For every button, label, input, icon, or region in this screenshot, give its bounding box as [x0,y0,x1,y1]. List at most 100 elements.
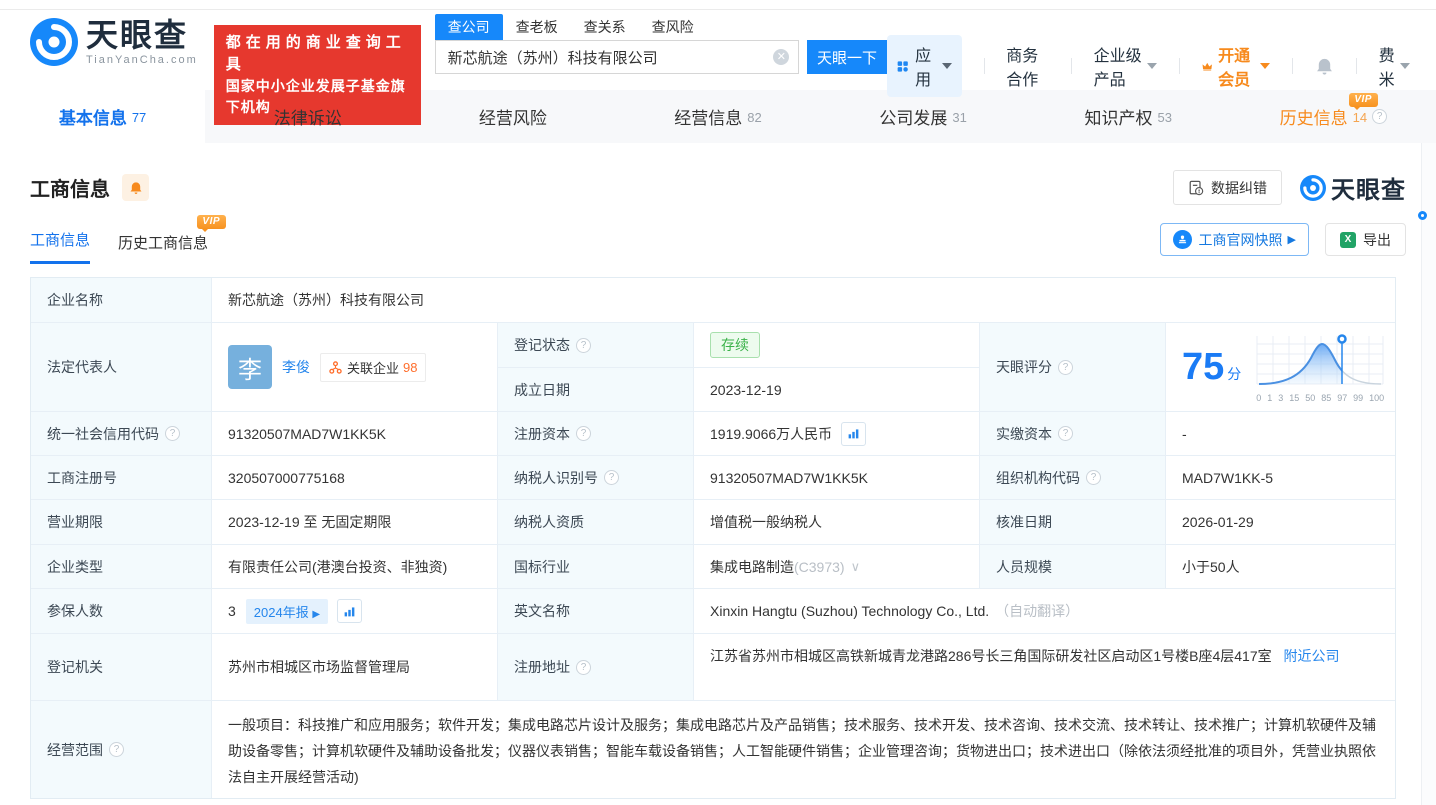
field-label-staff-size: 人员规模 [980,545,1165,588]
field-label-insured-count: 参保人数 [31,589,211,633]
field-value-paid-capital: - [1166,412,1396,455]
vip-badge: VIP [1349,93,1378,110]
logo-text: 天眼查 [86,17,189,53]
score-axis-ticks: 01 3 15 50 85 97 99 100 [1256,392,1385,403]
field-value-score: 75 分 0 1 3 15 50 85 97 99 100 [1166,323,1396,411]
bar-chart-icon [344,606,355,616]
field-label-english-name: 英文名称 [498,589,693,633]
field-label-company-type: 企业类型 [31,545,211,588]
bell-icon [130,181,141,194]
notification-bell-icon[interactable] [1315,57,1334,76]
top-nav: 应用 商务合作 企业级产品 开通会员 费米 [886,35,1436,97]
search-button[interactable]: 天眼一下 [807,40,887,74]
capital-trend-button[interactable] [841,421,867,446]
chevron-down-icon [1260,63,1271,69]
top-divider [0,0,1436,10]
correction-icon [1189,180,1204,195]
legal-rep-avatar[interactable]: 李 [228,345,272,389]
chevron-down-icon[interactable]: ∨ [851,559,861,575]
help-icon[interactable]: ? [576,659,591,675]
insured-trend-button[interactable] [337,599,363,623]
field-label-reg-capital: 注册资本? [498,412,693,455]
arrow-right-icon: ▶ [1287,234,1296,246]
tab-operating-info[interactable]: 经营信息 82 [615,90,820,143]
main-content: 工商信息 数据纠错 天眼查 工商信息 VIP 历史工商信息 工商官网快照 ▶ X… [0,170,1436,799]
field-value-taxpayer-quality: 增值税一般纳税人 [694,500,979,544]
nav-cooperation[interactable]: 商务合作 [1006,42,1049,90]
help-icon[interactable]: ? [165,426,180,441]
field-value-credit-code: 91320507MAD7W1KK5K [212,412,497,455]
field-label-industry: 国标行业 [498,545,693,588]
help-icon[interactable]: ? [1372,109,1388,124]
search-tab-risk[interactable]: 查风险 [639,14,707,40]
field-label-reg-authority: 登记机关 [31,634,211,700]
open-membership[interactable]: 开通会员 [1202,42,1271,90]
field-label-taxpayer-quality: 纳税人资质 [498,500,693,544]
field-value-staff-size: 小于50人 [1166,545,1396,588]
field-value-company-type: 有限责任公司(港澳台投资、非独资) [212,545,497,588]
company-tabs: 基本信息 77 法律诉讼 经营风险 经营信息 82 公司发展 31 知识产权 5… [0,90,1436,143]
field-value-insured-count: 3 2024年报 ▶ [212,589,497,633]
tab-basic-info[interactable]: 基本信息 77 [0,90,206,143]
search-tab-relation[interactable]: 查关系 [571,14,639,40]
field-value-business-term: 2023-12-19 至 无固定期限 [212,500,497,544]
subtab-history-business-info[interactable]: VIP 历史工商信息 [118,215,227,264]
field-label-reg-number: 工商注册号 [31,456,211,499]
field-value-legal-rep: 李 李俊 关联企业 98 [212,323,497,411]
legal-rep-name-link[interactable]: 李俊 [282,357,310,377]
field-label-establish-date: 成立日期 [498,368,693,411]
tianyancha-swirl-icon [30,18,78,66]
field-label-org-code: 组织机构代码? [980,456,1165,499]
field-value-reg-authority: 苏州市相城区市场监督管理局 [212,634,497,700]
user-menu[interactable]: 费米 [1379,42,1411,90]
search-input[interactable] [434,40,800,74]
apps-menu[interactable]: 应用 [886,35,962,97]
tab-legal-proceedings[interactable]: 法律诉讼 [205,90,410,143]
field-value-industry: 集成电路制造 (C3973) ∨ [694,545,979,588]
help-icon[interactable]: ? [576,337,591,353]
tab-intellectual-property[interactable]: 知识产权 53 [1026,90,1231,143]
field-value-taxpayer-id: 91320507MAD7W1KK5K [694,456,979,499]
subtab-business-info[interactable]: 工商信息 [30,229,91,264]
side-rail [1421,143,1436,805]
field-label-business-scope: 经营范围? [31,701,211,798]
export-button[interactable]: X 导出 [1325,223,1406,256]
crown-icon [1202,62,1212,70]
field-label-credit-code: 统一社会信用代码? [31,412,211,455]
tab-operating-risk[interactable]: 经营风险 [410,90,615,143]
tianyancha-logo[interactable]: 天眼查 TianYanCha.com [30,18,198,66]
help-icon[interactable]: ? [1058,426,1073,441]
tab-company-development[interactable]: 公司发展 31 [821,90,1026,143]
field-value-reg-capital: 1919.9066万人民币 [694,412,979,455]
apps-grid-icon [897,60,908,72]
related-companies-badge[interactable]: 关联企业 98 [320,352,427,382]
logo-domain: TianYanCha.com [86,54,198,66]
official-snapshot-button[interactable]: 工商官网快照 ▶ [1159,223,1309,256]
side-rail-anchor[interactable] [1418,211,1427,220]
chevron-down-icon [1400,63,1411,69]
tianyancha-swirl-icon [1300,174,1326,201]
score-distribution-chart[interactable]: 01 3 15 50 85 97 99 100 [1255,332,1385,403]
nav-enterprise-products[interactable]: 企业级产品 [1094,42,1157,90]
subscribe-bell-button[interactable] [122,174,149,201]
help-icon[interactable]: ? [109,742,124,757]
help-icon[interactable]: ? [604,470,619,485]
field-value-business-scope: 一般项目：科技推广和应用服务；软件开发；集成电路芯片设计及服务；集成电路芯片及产… [212,701,1396,798]
search-tab-boss[interactable]: 查老板 [503,14,571,40]
tab-history-info[interactable]: VIP 历史信息 14 ? [1231,90,1436,143]
search-tabs: 查公司 查老板 查关系 查风险 [434,14,887,40]
field-label-approval-date: 核准日期 [980,500,1165,544]
search-tab-company[interactable]: 查公司 [434,14,503,40]
field-label-taxpayer-id: 纳税人识别号? [498,456,693,499]
score-value: 75 [1182,346,1225,388]
field-label-score: 天眼评分? [980,323,1165,411]
arrow-right-icon: ▶ [312,608,321,620]
status-badge: 存续 [710,332,760,358]
annual-report-link[interactable]: 2024年报 ▶ [245,598,329,624]
nearby-companies-link[interactable]: 附近公司 [1284,648,1340,664]
field-label-reg-address: 注册地址? [498,634,693,700]
data-correction-button[interactable]: 数据纠错 [1173,170,1282,205]
help-icon[interactable]: ? [1058,359,1073,375]
help-icon[interactable]: ? [1086,470,1101,485]
help-icon[interactable]: ? [576,426,591,441]
